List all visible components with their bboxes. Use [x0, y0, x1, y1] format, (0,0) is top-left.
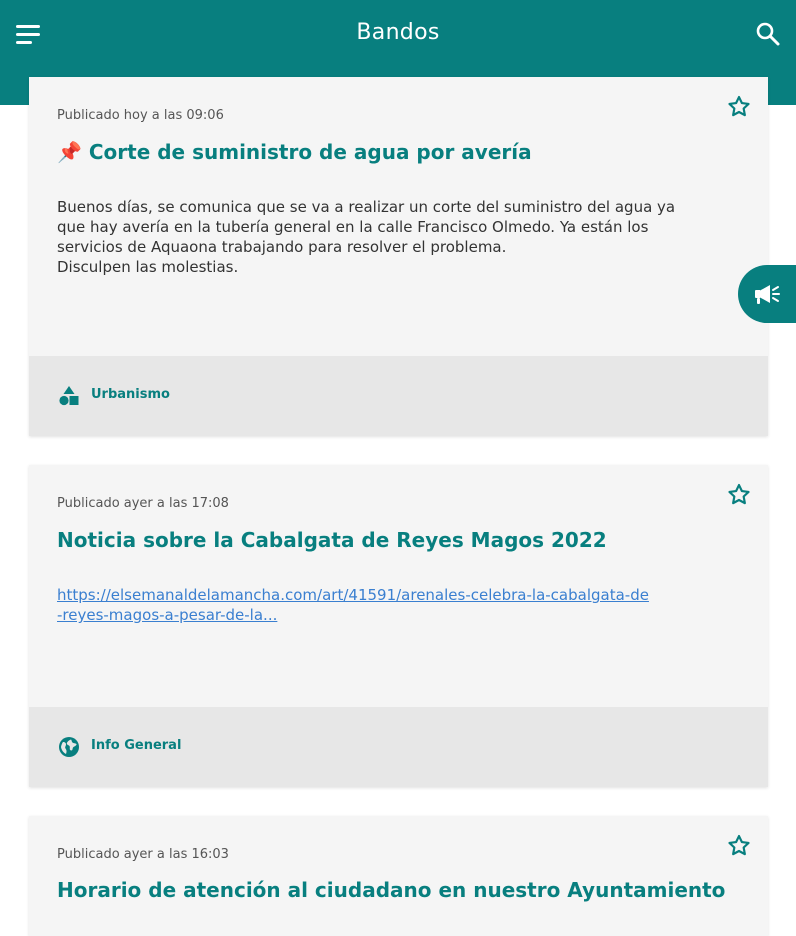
star-icon[interactable]	[726, 94, 752, 120]
star-icon[interactable]	[726, 482, 752, 508]
bando-card[interactable]: Publicado ayer a las 17:08 Noticia sobre…	[29, 465, 768, 787]
search-icon[interactable]	[754, 20, 782, 48]
category-label: Info General	[91, 738, 182, 753]
shapes-icon	[57, 384, 81, 408]
bando-title-text: Corte de suministro de agua por avería	[88, 140, 532, 164]
bando-title[interactable]: Horario de atención al ciudadano en nues…	[57, 878, 728, 902]
star-icon[interactable]	[726, 833, 752, 859]
body-line: Disculpen las molestias.	[57, 258, 239, 276]
body-line: servicios de Aquaona trabajando para res…	[57, 238, 507, 256]
pin-icon: 📌	[57, 140, 82, 164]
published-date: Publicado hoy a las 09:06	[57, 108, 224, 123]
bando-title[interactable]: 📌 Corte de suministro de agua por avería	[57, 140, 728, 164]
globe-icon	[57, 735, 81, 759]
announcement-fab[interactable]	[738, 265, 796, 323]
bando-title[interactable]: Noticia sobre la Cabalgata de Reyes Mago…	[57, 528, 728, 552]
category-label: Urbanismo	[91, 387, 170, 402]
body-line: Buenos días, se comunica que se va a rea…	[57, 198, 676, 216]
bando-body: https://elsemanaldelamancha.com/art/4159…	[57, 585, 732, 625]
category-footer[interactable]: Urbanismo	[29, 356, 768, 436]
published-date: Publicado ayer a las 17:08	[57, 496, 229, 511]
bando-card[interactable]: Publicado ayer a las 16:03 Horario de at…	[29, 816, 768, 936]
news-link[interactable]: https://elsemanaldelamancha.com/art/4159…	[57, 585, 732, 605]
megaphone-icon	[755, 285, 780, 304]
news-link[interactable]: -reyes-magos-a-pesar-de-la...	[57, 605, 732, 625]
body-line: que hay avería en la tubería general en …	[57, 218, 649, 236]
page-title: Bandos	[356, 20, 440, 45]
published-date: Publicado ayer a las 16:03	[57, 847, 229, 862]
category-footer[interactable]: Info General	[29, 707, 768, 787]
bando-card[interactable]: Publicado hoy a las 09:06 📌 Corte de sum…	[29, 77, 768, 436]
bando-body: Buenos días, se comunica que se va a rea…	[57, 197, 732, 277]
